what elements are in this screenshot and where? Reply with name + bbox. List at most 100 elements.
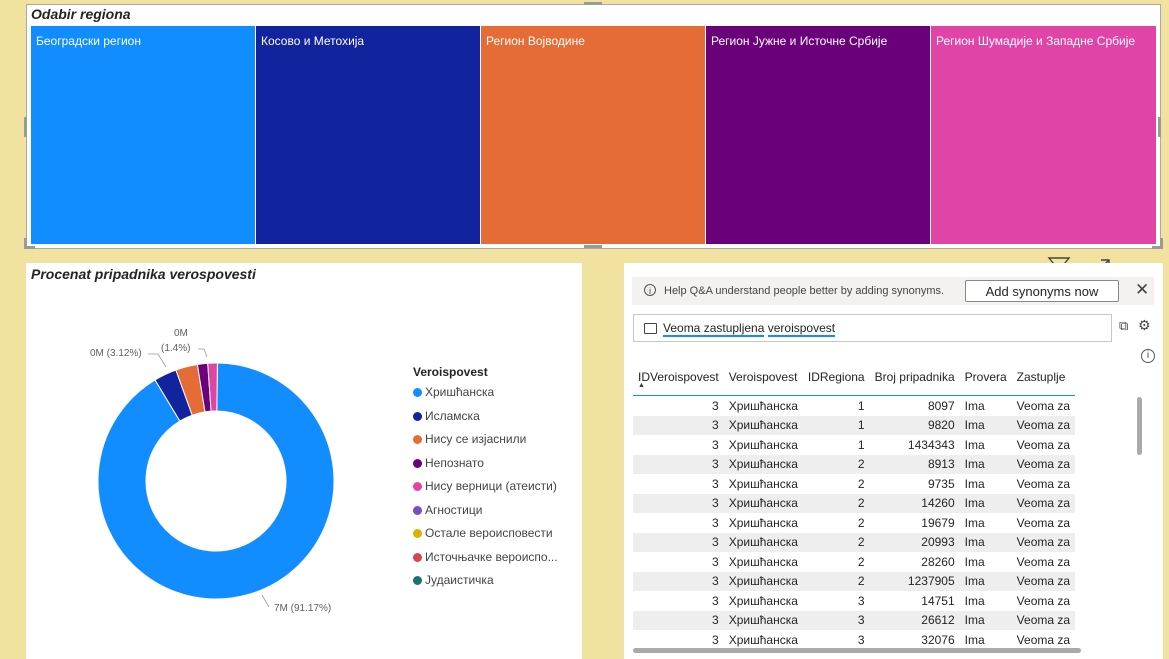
column-header[interactable]: IDVeroispovest ▲	[633, 367, 724, 396]
donut-chart-visual[interactable]: Procenat pripadnika verospovesti 7M (91.…	[26, 263, 582, 659]
table-cell: 8097	[927, 398, 955, 413]
info-icon[interactable]: i	[1141, 349, 1155, 363]
table-cell: 3	[712, 632, 719, 647]
table-row[interactable]: 3 Хришћанска 2 19679 Ima Veoma za	[633, 513, 1075, 533]
table-cell: 28260	[921, 554, 955, 569]
table-cell: Ima	[959, 493, 1012, 513]
tile-label: Регион Јужне и Источне Србије	[711, 34, 888, 48]
table-cell: 3	[633, 532, 724, 552]
legend-label: Исламска	[425, 408, 480, 423]
legend-item[interactable]: Исламска	[413, 409, 480, 423]
table-row[interactable]: 3 Хришћанска 2 9735 Ima Veoma za	[633, 474, 1075, 494]
table-cell: Ima	[964, 437, 985, 452]
table-cell: Veoma za	[1011, 610, 1076, 630]
table-cell: 2	[802, 454, 870, 474]
table-cell: Veoma za	[1016, 554, 1071, 569]
table-cell: Ima	[964, 515, 985, 530]
horizontal-scrollbar[interactable]	[633, 648, 1081, 653]
table-row[interactable]: 3 Хришћанска 3 26612 Ima Veoma za	[633, 610, 1076, 630]
table-row[interactable]: 3 Хришћанска 2 1237905 Ima Veoma za	[633, 571, 1076, 591]
table-cell: 2	[857, 554, 865, 569]
table-cell: Хришћанска	[728, 476, 798, 491]
table-cell: Veoma za	[1011, 493, 1076, 513]
table-cell: 14751	[921, 593, 955, 608]
table-row[interactable]: 3 Хришћанска 2 20993 Ima Veoma za	[633, 532, 1076, 552]
label-islam: 0M (3.12%)	[90, 348, 142, 359]
treemap-visual[interactable]: Odabir regiona Београдски регион Косово …	[24, 2, 1163, 249]
legend-item[interactable]: Јудаистичка	[413, 573, 494, 587]
legend-item[interactable]: Нису се изјаснили	[413, 432, 526, 446]
donut-chart[interactable]	[26, 263, 406, 659]
settings-gear-icon[interactable]: ⚙	[1138, 317, 1151, 334]
resize-handle-bottom[interactable]	[584, 245, 602, 248]
table-cell: 3	[633, 610, 724, 630]
legend-item[interactable]: Источњачке вероиспо...	[413, 550, 558, 564]
table-cell: 2	[802, 493, 870, 513]
legend-label: Агностици	[425, 502, 483, 517]
table-cell: Хришћанска	[723, 532, 803, 552]
table-cell: Хришћанска	[728, 593, 798, 608]
legend-dot-icon	[413, 552, 422, 562]
table-row[interactable]: 3 Хришћанска 1 9820 Ima Veoma za	[633, 415, 1076, 435]
leader-line	[261, 594, 270, 608]
table-cell: Хришћанска	[728, 554, 798, 569]
table-cell: Veoma za	[1011, 415, 1076, 435]
legend-dot-icon	[413, 576, 422, 585]
treemap-tile-sumadija-west[interactable]: Регион Шумадије и Западне Србије	[931, 26, 1156, 244]
table-row[interactable]: 3 Хришћанска 1 1434343 Ima Veoma za	[633, 435, 1075, 455]
table-row[interactable]: 3 Хришћанска 2 8913 Ima Veoma za	[633, 454, 1076, 474]
table-cell: Ima	[964, 398, 985, 413]
legend-item[interactable]: Агностици	[413, 503, 482, 517]
resize-handle-left[interactable]	[24, 117, 27, 137]
table-cell: Хришћанска	[728, 515, 798, 530]
vertical-scrollbar[interactable]	[1137, 397, 1142, 455]
data-table: IDVeroispovest ▲ Veroispovest IDRegiona Broj…	[633, 367, 1076, 649]
table-cell: 2	[857, 515, 865, 530]
table-row[interactable]: 3 Хришћанска 3 14751 Ima Veoma za	[633, 591, 1075, 611]
table-cell: 3	[857, 632, 865, 647]
legend-label: Хришћанска	[425, 385, 495, 399]
legend-item[interactable]: Нису верници (атеисти)	[413, 479, 557, 493]
column-header[interactable]: IDRegiona	[802, 367, 870, 396]
treemap-title: Odabir regiona	[31, 6, 131, 22]
treemap-tile-kosovo[interactable]: Косово и Метохија	[256, 26, 481, 244]
legend-dot-icon	[413, 458, 422, 468]
table-cell: 8913	[869, 454, 960, 474]
table-cell: 1	[857, 437, 865, 452]
resize-handle-top[interactable]	[584, 2, 602, 5]
legend-item[interactable]: Остале вероисповести	[413, 526, 553, 540]
table-row[interactable]: 3 Хришћанска 3 32076 Ima Veoma za	[633, 630, 1075, 649]
column-header[interactable]: Provera	[959, 367, 1012, 396]
table-cell: Хришћанска	[723, 454, 803, 474]
table-cell: Veoma za	[1016, 632, 1071, 647]
legend-label: Нису верници (атеисти)	[425, 479, 557, 493]
treemap-tile-belgrade[interactable]: Београдски регион	[31, 26, 256, 244]
close-icon[interactable]: ✕	[1135, 280, 1149, 300]
table-cell: Ima	[959, 571, 1012, 591]
column-header[interactable]: Zastuplje	[1011, 367, 1076, 396]
resize-corner-bl[interactable]	[24, 238, 35, 249]
table-cell: 1434343	[907, 437, 955, 452]
table-cell: Хришћанска	[723, 493, 803, 513]
column-header[interactable]: Broj pripadnika	[869, 367, 960, 396]
table-row[interactable]: 3 Хришћанска 2 28260 Ima Veoma za	[633, 552, 1075, 572]
table-row[interactable]: 3 Хришћанска 1 8097 Ima Veoma za	[633, 396, 1075, 416]
resize-corner-br[interactable]	[1152, 238, 1163, 249]
table-cell: Veoma za	[1011, 454, 1076, 474]
legend-item[interactable]: Хришћанска	[413, 385, 494, 399]
column-header[interactable]: Veroispovest	[723, 367, 803, 396]
sort-ascending-icon: ▲	[638, 382, 645, 389]
table-cell: Ima	[959, 454, 1012, 474]
treemap-tile-south-east[interactable]: Регион Јужне и Источне Србије	[706, 26, 931, 244]
tile-label: Београдски регион	[36, 34, 141, 48]
legend-label: Источњачке вероиспо...	[425, 549, 558, 564]
table-cell: Veoma za	[1016, 437, 1071, 452]
table-row[interactable]: 3 Хришћанска 2 14260 Ima Veoma za	[633, 493, 1076, 513]
legend-item[interactable]: Непознато	[413, 456, 484, 470]
qa-table-visual[interactable]: i Help Q&A understand people better by a…	[624, 263, 1163, 659]
resize-handle-right[interactable]	[1158, 117, 1161, 137]
table-cell: 3	[712, 476, 719, 491]
table-cell: 14260	[869, 493, 960, 513]
treemap-tile-vojvodina[interactable]: Регион Војводине	[481, 26, 706, 244]
legend-dot-icon	[413, 435, 422, 444]
